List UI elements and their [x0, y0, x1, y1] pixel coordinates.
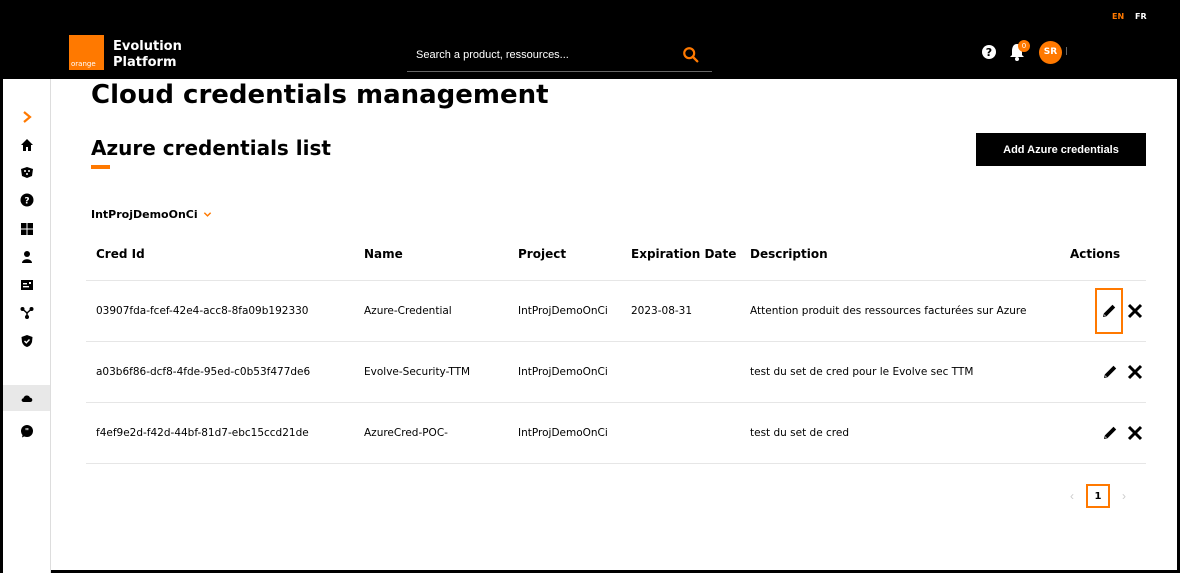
delete-button[interactable]	[1124, 296, 1146, 326]
cell-project: IntProjDemoOnCi	[508, 402, 621, 464]
network-icon	[20, 307, 33, 319]
table-row: f4ef9e2d-f42d-44bf-81d7-ebc15ccd21de Azu…	[86, 402, 1146, 464]
sidebar-item-user[interactable]	[3, 244, 50, 270]
cell-project: IntProjDemoOnCi	[508, 280, 621, 342]
search-bar	[407, 41, 712, 72]
edit-button[interactable]	[1099, 418, 1121, 448]
project-selector[interactable]: IntProjDemoOnCi	[91, 208, 212, 221]
sidebar-item-security[interactable]	[3, 328, 50, 354]
cell-name: Evolve-Security-TTM	[354, 341, 508, 403]
pencil-icon	[1103, 426, 1116, 439]
sidebar-expand[interactable]	[3, 104, 50, 130]
page-title: Cloud credentials management	[91, 80, 549, 110]
sidebar-item-dashboard[interactable]	[3, 216, 50, 242]
orange-logo[interactable]: orange	[69, 35, 104, 70]
cell-actions	[1060, 280, 1146, 342]
shield-icon	[21, 335, 32, 347]
section-title-underline	[91, 165, 110, 169]
header-name[interactable]: Name	[354, 229, 508, 281]
project-selector-label: IntProjDemoOnCi	[91, 208, 198, 221]
table-header-row: Cred Id Name Project Expiration Date Des…	[86, 229, 1146, 281]
section-title: Azure credentials list	[91, 136, 331, 160]
sidebar-item-home[interactable]	[3, 132, 50, 158]
cell-expiration	[621, 341, 740, 403]
table-row: a03b6f86-dcf8-4fde-95ed-c0b53f477de6 Evo…	[86, 341, 1146, 403]
dashboard-icon	[20, 223, 33, 235]
pencil-icon	[1103, 365, 1116, 378]
cell-actions	[1060, 402, 1146, 464]
logo-text: orange	[71, 60, 96, 68]
home-icon	[20, 139, 33, 151]
table-row: 03907fda-fcef-42e4-acc8-8fa09b192330 Azu…	[86, 280, 1146, 342]
lang-en[interactable]: EN	[1112, 12, 1124, 21]
header-actions: Actions	[1060, 229, 1146, 281]
close-icon	[1127, 364, 1143, 379]
sidebar-item-network[interactable]	[3, 300, 50, 326]
cell-description: Attention produit des ressources facturé…	[740, 280, 1060, 342]
sidebar-item-catalog[interactable]	[3, 159, 50, 185]
avatar[interactable]: SR	[1039, 41, 1062, 64]
header-expiration-date[interactable]: Expiration Date	[621, 229, 740, 281]
svg-text:?: ?	[986, 46, 992, 59]
cell-cred-id: 03907fda-fcef-42e4-acc8-8fa09b192330	[86, 280, 354, 342]
cell-project: IntProjDemoOnCi	[508, 341, 621, 403]
chevron-right-icon	[22, 111, 32, 123]
edit-button[interactable]	[1099, 357, 1121, 387]
pagination: ‹ 1 ›	[1070, 484, 1126, 508]
prev-page-icon[interactable]: ‹	[1070, 489, 1074, 503]
chat-icon: "	[20, 425, 33, 438]
close-icon	[1127, 303, 1143, 318]
next-page-icon[interactable]: ›	[1122, 489, 1126, 503]
chevron-down-icon	[203, 212, 211, 217]
search-icon[interactable]	[682, 46, 700, 64]
header-cred-id[interactable]: Cred Id	[86, 229, 354, 281]
cell-expiration: 2023-08-31	[621, 280, 740, 342]
cell-description: test du set de cred pour le Evolve sec T…	[740, 341, 1060, 403]
brand-name[interactable]: Evolution Platform	[113, 39, 182, 71]
header-description[interactable]: Description	[740, 229, 1060, 281]
user-icon	[21, 251, 32, 263]
delete-button[interactable]	[1124, 418, 1146, 448]
cloud-icon	[21, 395, 32, 402]
sidebar-item-help[interactable]: ?	[3, 187, 50, 213]
help-icon[interactable]: ?	[981, 44, 997, 60]
pencil-icon	[1102, 304, 1115, 317]
sidebar-item-chat[interactable]: "	[3, 418, 50, 444]
cell-name: AzureCred-POC-	[354, 402, 508, 464]
brand-line-1: Evolution	[113, 39, 182, 54]
svg-text:?: ?	[24, 197, 29, 207]
sidebar: ? "	[3, 79, 51, 573]
credentials-table: Cred Id Name Project Expiration Date Des…	[86, 229, 1146, 464]
search-input[interactable]	[416, 49, 666, 61]
svg-text:": "	[24, 427, 28, 436]
cell-expiration	[621, 402, 740, 464]
edit-button[interactable]	[1094, 287, 1123, 334]
lang-fr[interactable]: FR	[1135, 12, 1147, 21]
cell-name: Azure-Credential	[354, 280, 508, 342]
cell-cred-id: f4ef9e2d-f42d-44bf-81d7-ebc15ccd21de	[86, 402, 354, 464]
cell-cred-id: a03b6f86-dcf8-4fde-95ed-c0b53f477de6	[86, 341, 354, 403]
billing-icon	[20, 280, 33, 290]
cell-actions	[1060, 341, 1146, 403]
sidebar-item-cloud[interactable]	[3, 385, 50, 411]
notification-badge: 0	[1018, 40, 1030, 52]
add-azure-credentials-button[interactable]: Add Azure credentials	[976, 133, 1146, 166]
sidebar-item-billing[interactable]	[3, 272, 50, 298]
header-project[interactable]: Project	[508, 229, 621, 281]
delete-button[interactable]	[1124, 357, 1146, 387]
catalog-icon	[20, 167, 33, 178]
avatar-menu-divider	[1066, 47, 1068, 55]
help-icon: ?	[20, 193, 33, 207]
page-number[interactable]: 1	[1086, 484, 1110, 508]
close-icon	[1127, 425, 1143, 440]
cell-description: test du set de cred	[740, 402, 1060, 464]
language-bar: EN FR	[0, 0, 1180, 30]
top-header: orange Evolution Platform ? 0 SR	[0, 30, 1180, 79]
brand-line-2: Platform	[113, 55, 177, 70]
